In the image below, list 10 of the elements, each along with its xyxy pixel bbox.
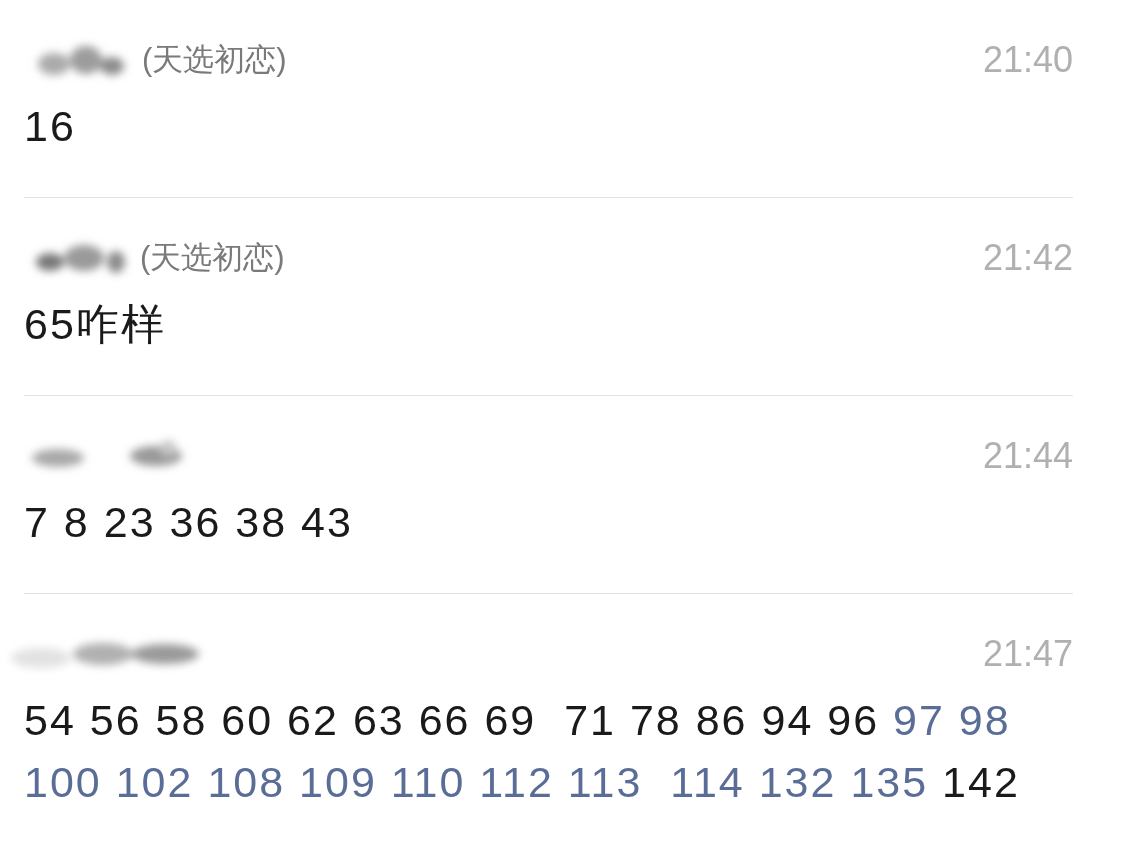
comment-text: 16 [24,101,77,152]
comment-time: 21:44 [982,434,1073,478]
comment-text: 7 8 23 36 38 43 [24,497,354,548]
comment-text: 65咋样 [24,299,167,350]
comment-text: 54 56 58 60 62 63 66 69 71 78 86 94 96 97 98 100 102 108 109 110 112 113 114 132 135 142 [24,695,1021,808]
comment-time: 21:40 [982,38,1073,82]
user-tag: (天选初恋) [142,36,287,84]
comment-time: 21:47 [982,632,1073,676]
comment-time: 21:42 [982,236,1073,280]
user-tag: (天选初恋) [140,234,285,282]
